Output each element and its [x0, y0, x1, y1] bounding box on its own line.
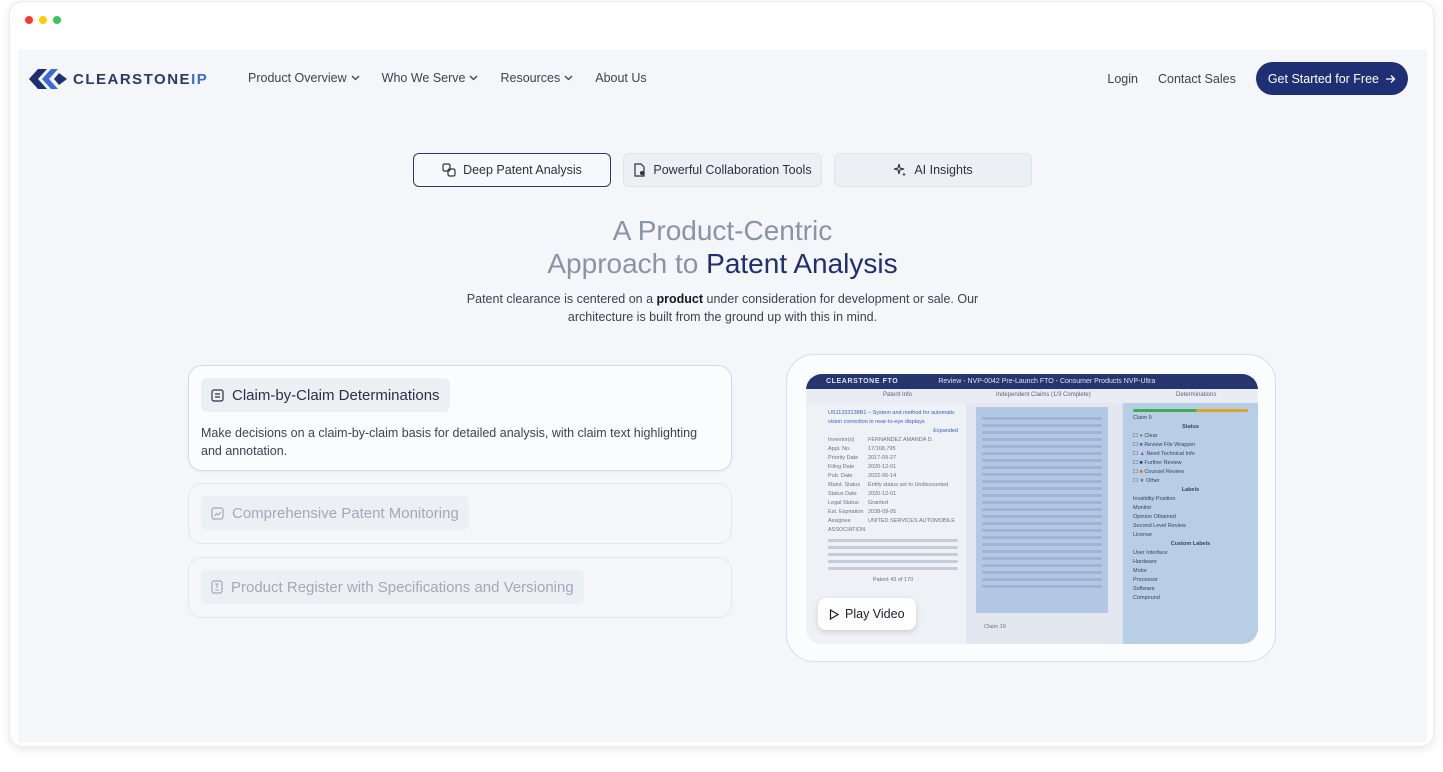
hero-subtitle: Patent clearance is centered on a produc…: [466, 292, 979, 324]
preview-status-option: ☐ ★ Other: [1133, 478, 1160, 484]
nav-link-label: About Us: [595, 71, 647, 85]
contact-sales-link[interactable]: Contact Sales: [1158, 72, 1236, 86]
feature-card-patent-monitoring[interactable]: Comprehensive Patent Monitoring: [188, 483, 732, 544]
feature-title: Product Register with Specifications and…: [231, 578, 574, 596]
chevron-down-icon: [470, 75, 478, 81]
top-nav: CLEARSTONEIP Product Overview Who We Ser…: [18, 50, 1427, 110]
preview-label-option: Second Level Review: [1133, 523, 1186, 529]
clearstone-logo-icon: [29, 69, 67, 89]
preview-custom-heading: Custom Labels: [1170, 541, 1211, 547]
feature-pill: Claim-by-Claim Determinations: [201, 378, 450, 412]
nav-link-label: Resources: [500, 71, 561, 85]
feature-description: Make decisions on a claim-by-claim basis…: [201, 426, 698, 458]
sparkle-icon: [894, 163, 907, 177]
tab-ai-insights[interactable]: AI Insights: [834, 153, 1032, 187]
cta-label: Get Started for Free: [1267, 71, 1379, 86]
preview-panel-right: Determinations: [1176, 392, 1217, 398]
preview-custom-option: Processor: [1133, 577, 1158, 583]
preview-status-option: ☐ ● Clear: [1133, 433, 1158, 439]
maximize-dot[interactable]: [53, 16, 61, 24]
preview-status-option: ☐ ■ Counsel Review: [1133, 469, 1185, 475]
preview-label-option: Opinion Obtained: [1133, 514, 1176, 520]
preview-label-option: License: [1133, 532, 1152, 538]
preview-determination-claim: Claim 9: [1133, 415, 1152, 421]
login-link[interactable]: Login: [1107, 72, 1138, 86]
collaboration-icon: [634, 163, 645, 177]
preview-custom-option: Hardware: [1133, 559, 1157, 565]
preview-panel-headers: Patent Info Independent Claims (1/3 Comp…: [806, 389, 1258, 403]
feature-pill: Product Register with Specifications and…: [201, 570, 584, 604]
preview-label-option: Monitor: [1133, 505, 1152, 511]
nav-link-label: Product Overview: [248, 71, 347, 85]
hero-title-line2: Approach to Patent Analysis: [547, 248, 898, 279]
preview-patent-status: Expanded: [933, 428, 958, 434]
preview-status-heading: Status: [1182, 424, 1199, 430]
tab-label: Deep Patent Analysis: [463, 163, 582, 177]
nav-resources[interactable]: Resources: [500, 71, 573, 85]
preview-fields: Inventor(s) FERNANDEZ AMANDA D. Appl. No.…: [828, 437, 955, 533]
chevron-down-icon: [564, 75, 573, 81]
product-preview-frame: CLEARSTONE FTO Review - NVP-0042 Pre-Lau…: [786, 354, 1276, 662]
register-icon: [211, 580, 223, 594]
preview-label-option: Invalidity Position: [1133, 496, 1176, 502]
hero-title: A Product-Centric Approach to Patent Ana…: [18, 214, 1427, 280]
play-video-label: Play Video: [845, 607, 905, 621]
tab-label: AI Insights: [914, 163, 973, 177]
brand-name: CLEARSTONEIP: [73, 70, 209, 88]
browser-window: CLEARSTONEIP Product Overview Who We Ser…: [9, 1, 1434, 747]
nav-product-overview[interactable]: Product Overview: [248, 71, 360, 85]
minimize-dot[interactable]: [39, 16, 47, 24]
hero-title-line1: A Product-Centric: [612, 215, 833, 246]
nav-actions: Login Contact Sales Get Started for Free: [1107, 62, 1408, 95]
preview-status-option: ☐ ■ Review File Wrapper: [1133, 442, 1196, 448]
tab-deep-patent-analysis[interactable]: Deep Patent Analysis: [413, 153, 611, 187]
preview-claims: Claim 19: [966, 403, 1121, 644]
page: CLEARSTONEIP Product Overview Who We Ser…: [18, 50, 1427, 742]
preview-status-option: ☐ ■ Further Review: [1133, 460, 1182, 466]
preview-labels-heading: Labels: [1181, 487, 1200, 493]
arrow-right-icon: [1386, 74, 1396, 83]
feature-title: Comprehensive Patent Monitoring: [232, 504, 459, 522]
preview-window-title: Review - NVP-0042 Pre-Launch FTO - Consu…: [938, 378, 1156, 385]
nav-links: Product Overview Who We Serve Resources …: [248, 71, 647, 85]
tab-label: Powerful Collaboration Tools: [653, 163, 812, 177]
play-video-button[interactable]: Play Video: [818, 598, 916, 630]
get-started-button[interactable]: Get Started for Free: [1255, 62, 1408, 95]
preview-custom-option: Compound: [1133, 595, 1160, 601]
patent-analysis-icon: [442, 163, 456, 177]
preview-custom-option: User Interface: [1133, 550, 1168, 556]
preview-patent-number: US11333138B1 – System and method for aut…: [828, 410, 955, 425]
nav-link-label: Who We Serve: [381, 71, 466, 85]
feature-pill: Comprehensive Patent Monitoring: [201, 496, 469, 530]
brand-logo[interactable]: CLEARSTONEIP: [29, 69, 208, 89]
preview-custom-option: Software: [1133, 586, 1155, 592]
preview-claim-label: Claim 19: [984, 624, 1006, 630]
preview-status-option: ☐ ▲ Need Technical Info: [1133, 451, 1195, 457]
preview-panel-left: Patent Info: [883, 392, 913, 398]
product-preview: CLEARSTONE FTO Review - NVP-0042 Pre-Lau…: [806, 374, 1258, 644]
preview-panel-middle: Independent Claims (1/3 Complete): [996, 392, 1091, 398]
feature-card-claim-determinations[interactable]: Claim-by-Claim Determinations Make decis…: [188, 365, 732, 471]
preview-app-name: CLEARSTONE FTO: [826, 378, 899, 385]
nav-who-we-serve[interactable]: Who We Serve: [382, 71, 479, 85]
preview-pager: Patent 43 of 170: [872, 577, 914, 583]
preview-app-bar: CLEARSTONE FTO Review - NVP-0042 Pre-Lau…: [806, 374, 1258, 389]
play-icon: [829, 608, 839, 620]
feature-title: Claim-by-Claim Determinations: [232, 386, 440, 404]
nav-about-us[interactable]: About Us: [595, 71, 646, 85]
tab-collaboration-tools[interactable]: Powerful Collaboration Tools: [623, 153, 822, 187]
feature-card-product-register[interactable]: Product Register with Specifications and…: [188, 557, 732, 618]
preview-determinations: Claim 9 Status ☐ ● Clear ☐ ■ Review File…: [1123, 403, 1258, 644]
preview-custom-option: Motor: [1133, 568, 1148, 574]
feature-tabs: Deep Patent Analysis Powerful Collaborat…: [413, 153, 1032, 187]
window-controls: [25, 16, 61, 24]
close-dot[interactable]: [25, 16, 33, 24]
monitor-chart-icon: [211, 506, 224, 520]
chevron-down-icon: [351, 75, 360, 81]
document-list-icon: [211, 388, 224, 402]
